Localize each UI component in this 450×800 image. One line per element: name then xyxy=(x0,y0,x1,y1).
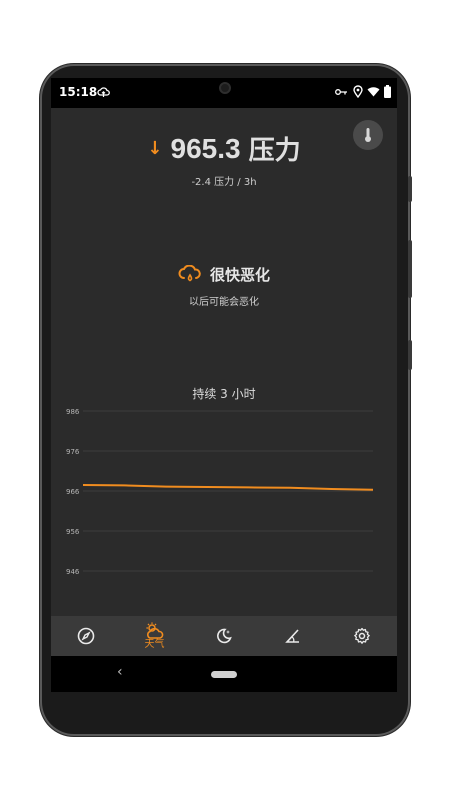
nav-compass[interactable] xyxy=(51,616,120,656)
pressure-unit: 压力 xyxy=(248,136,301,166)
home-button[interactable] xyxy=(211,671,237,678)
cloud-upload-icon xyxy=(97,87,110,97)
pressure-chart: 986 976 966 956 946 xyxy=(66,408,374,576)
cloud-rain-icon xyxy=(178,264,201,281)
pressure-change: -2.4 压力 / 3h xyxy=(191,177,257,188)
nav-moon[interactable] xyxy=(189,616,258,656)
pressure-value: 965.3 xyxy=(170,132,241,164)
y-tick-label: 956 xyxy=(66,528,80,536)
forecast-title: 很快恶化 xyxy=(209,266,270,284)
forecast-section: 很快恶化 以后可能会恶化 xyxy=(51,264,397,308)
y-tick-label: 966 xyxy=(66,488,80,496)
volume-down-button xyxy=(408,240,412,298)
app-screen: 15:18 ↓ 965.3 压力 -2.4 压力 / 3h 很快恶化 以后可能会… xyxy=(51,78,397,692)
battery-icon xyxy=(384,85,391,98)
nav-weather-label: 天气 xyxy=(144,639,165,650)
bottom-navbar: 天气 xyxy=(51,616,397,656)
angle-icon xyxy=(284,629,299,643)
back-button[interactable]: ‹ xyxy=(117,664,123,680)
y-tick-label: 946 xyxy=(66,568,80,576)
y-tick-label: 986 xyxy=(66,408,80,416)
front-camera xyxy=(208,78,242,106)
forecast-subtitle: 以后可能会恶化 xyxy=(189,297,259,308)
location-icon xyxy=(353,85,363,98)
pressure-header: ↓ 965.3 压力 -2.4 压力 / 3h xyxy=(51,130,397,189)
key-icon xyxy=(335,89,347,95)
nav-angle[interactable] xyxy=(258,616,327,656)
pressure-series-line xyxy=(82,484,374,491)
system-nav-bar: ‹ xyxy=(51,656,397,692)
nav-weather[interactable]: 天气 xyxy=(120,616,189,656)
y-tick-label: 976 xyxy=(66,448,80,456)
status-bar: 15:18 xyxy=(51,78,397,108)
power-button xyxy=(408,340,412,370)
gear-icon xyxy=(353,627,370,644)
weather-icon xyxy=(146,622,163,639)
volume-up-button xyxy=(408,176,412,202)
wifi-icon xyxy=(367,87,380,97)
status-time: 15:18 xyxy=(59,85,98,99)
moon-icon xyxy=(216,628,232,644)
compass-icon xyxy=(77,627,94,645)
nav-settings[interactable] xyxy=(327,616,396,656)
trend-arrow-icon: ↓ xyxy=(147,138,163,159)
